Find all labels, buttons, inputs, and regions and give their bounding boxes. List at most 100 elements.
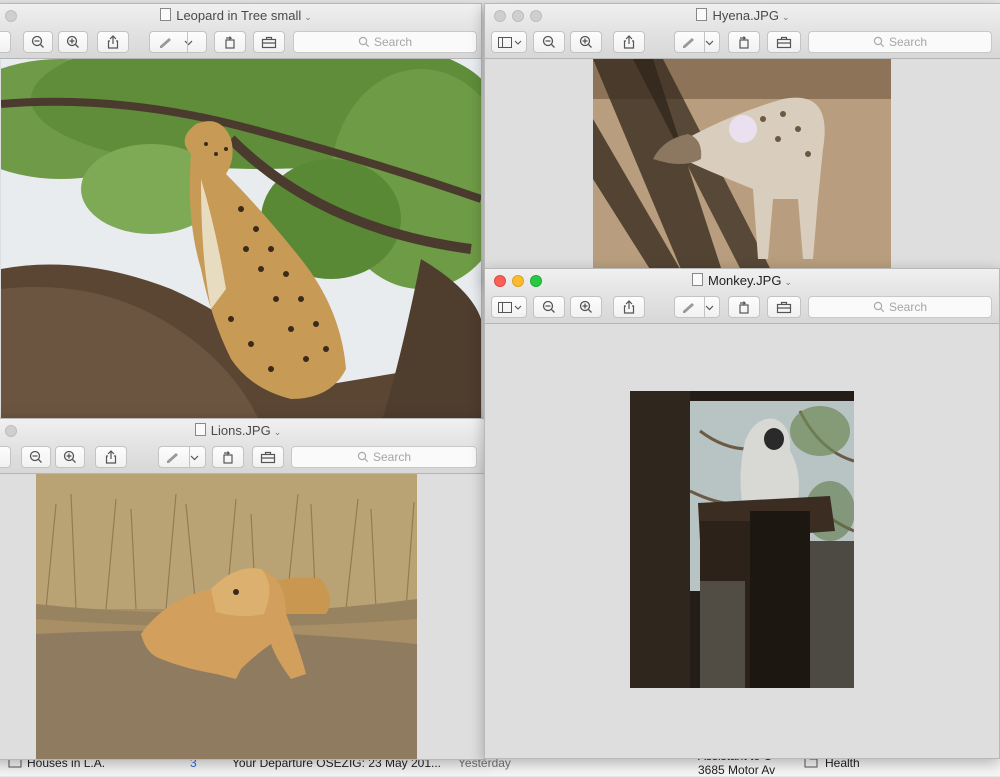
document-icon — [692, 273, 703, 286]
zoom-out-button[interactable] — [533, 31, 565, 53]
chevron-down-icon[interactable]: ⌄ — [784, 277, 792, 287]
toolbar: Search — [0, 28, 481, 59]
chevron-down-icon[interactable]: ⌄ — [782, 12, 790, 22]
search-field[interactable]: Search — [293, 31, 477, 53]
window-title: Hyena.JPG — [712, 8, 779, 23]
title-bar[interactable]: Monkey.JPG ⌄ — [485, 269, 999, 293]
chevron-down-icon — [190, 455, 199, 460]
chevron-down-icon[interactable]: ⌄ — [274, 427, 282, 437]
search-field[interactable]: Search — [808, 31, 992, 53]
search-field[interactable]: Search — [291, 446, 477, 468]
search-icon — [873, 301, 885, 313]
toolbox-button[interactable] — [253, 31, 285, 53]
markup-button[interactable] — [149, 31, 207, 53]
image-area — [0, 59, 481, 424]
chevron-down-icon — [705, 305, 714, 310]
rotate-button[interactable] — [728, 296, 760, 318]
zoom-out-icon — [542, 35, 555, 48]
document-icon — [194, 423, 206, 436]
zoom-in-icon — [579, 300, 592, 313]
image-area — [485, 59, 1000, 279]
title-bar[interactable]: Lions.JPG ⌄ — [0, 419, 485, 443]
search-placeholder: Search — [373, 35, 413, 49]
search-placeholder: Search — [888, 300, 928, 314]
sidebar-icon — [498, 301, 512, 313]
leopard-photo — [1, 59, 481, 424]
toolbox-button[interactable] — [252, 446, 284, 468]
share-button[interactable] — [95, 446, 127, 468]
chevron-down-icon — [514, 40, 522, 45]
zoom-in-icon — [66, 35, 79, 48]
rotate-icon — [739, 301, 749, 314]
pen-icon — [167, 453, 178, 463]
sidebar-toggle-button[interactable] — [0, 31, 11, 53]
rotate-button[interactable] — [214, 31, 246, 53]
image-area — [0, 474, 485, 759]
hyena-photo — [593, 59, 891, 274]
search-icon — [873, 36, 885, 48]
toolbox-icon — [776, 301, 792, 313]
chevron-down-icon — [705, 40, 714, 45]
title-bar[interactable]: Leopard in Tree small ⌄ — [0, 4, 481, 28]
search-placeholder: Search — [372, 450, 412, 464]
chevron-down-icon — [184, 40, 193, 45]
share-icon — [623, 35, 635, 49]
document-icon — [160, 8, 172, 21]
pen-icon — [683, 303, 694, 313]
zoom-out-button[interactable] — [21, 446, 51, 468]
document-icon — [696, 8, 708, 21]
zoom-in-icon — [63, 450, 76, 463]
sidebar-toggle-button[interactable] — [491, 31, 527, 53]
title-bar[interactable]: Hyena.JPG ⌄ — [485, 4, 1000, 28]
markup-button[interactable] — [158, 446, 206, 468]
rotate-icon — [223, 451, 233, 464]
toolbox-button[interactable] — [767, 31, 801, 53]
pen-icon — [683, 38, 694, 48]
markup-button[interactable] — [674, 31, 720, 53]
zoom-in-button[interactable] — [570, 296, 602, 318]
toolbox-button[interactable] — [767, 296, 801, 318]
rotate-button[interactable] — [728, 31, 760, 53]
search-placeholder: Search — [888, 35, 928, 49]
zoom-in-button[interactable] — [58, 31, 88, 53]
toolbox-icon — [261, 36, 277, 48]
share-icon — [105, 450, 117, 464]
zoom-in-button[interactable] — [55, 446, 85, 468]
search-field[interactable]: Search — [808, 296, 992, 318]
zoom-out-button[interactable] — [23, 31, 53, 53]
toolbar: Search — [485, 28, 1000, 59]
pen-icon — [160, 38, 171, 48]
toolbar: Search — [485, 293, 999, 324]
monkey-photo — [630, 391, 854, 688]
window-title: Monkey.JPG — [708, 273, 782, 288]
toolbox-icon — [776, 36, 792, 48]
window-title: Leopard in Tree small — [176, 8, 302, 23]
zoom-in-button[interactable] — [570, 31, 602, 53]
search-icon — [357, 451, 369, 463]
hyena-preview-window: Hyena.JPG ⌄ Search — [484, 3, 1000, 280]
share-button[interactable] — [97, 31, 129, 53]
toolbox-icon — [260, 451, 276, 463]
toolbar: Search — [0, 443, 485, 474]
share-icon — [107, 35, 119, 49]
zoom-out-icon — [29, 450, 42, 463]
sidebar-toggle-button[interactable] — [0, 446, 11, 468]
rotate-button[interactable] — [212, 446, 244, 468]
share-button[interactable] — [613, 296, 645, 318]
sidebar-icon — [498, 36, 512, 48]
lions-photo — [36, 474, 417, 759]
chevron-down-icon[interactable]: ⌄ — [304, 12, 312, 22]
search-icon — [358, 36, 370, 48]
rotate-icon — [739, 36, 749, 49]
window-title: Lions.JPG — [210, 423, 271, 438]
chevron-down-icon — [514, 305, 522, 310]
monkey-preview-window: Monkey.JPG ⌄ Search — [484, 268, 1000, 759]
markup-button[interactable] — [674, 296, 720, 318]
sidebar-toggle-button[interactable] — [491, 296, 527, 318]
share-button[interactable] — [613, 31, 645, 53]
lions-preview-window: Lions.JPG ⌄ Search — [0, 418, 486, 760]
leopard-preview-window: Leopard in Tree small ⌄ Search — [0, 3, 482, 425]
zoom-in-icon — [579, 35, 592, 48]
rotate-icon — [225, 36, 235, 49]
zoom-out-button[interactable] — [533, 296, 565, 318]
